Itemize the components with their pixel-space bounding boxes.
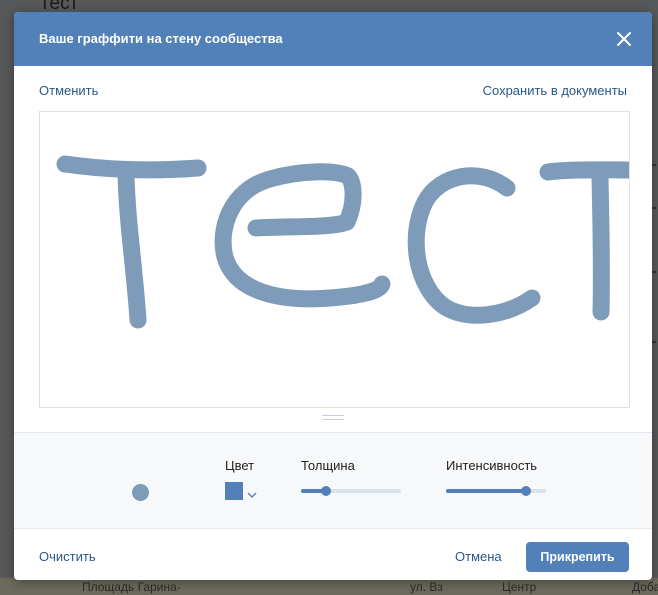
graffiti-canvas[interactable] <box>39 111 630 408</box>
save-to-documents-button[interactable]: Сохранить в документы <box>483 83 627 98</box>
intensity-label: Интенсивность <box>446 458 538 473</box>
background-map-label: Центр <box>502 580 537 594</box>
stroke-s <box>407 167 541 324</box>
canvas-resize-handle[interactable] <box>322 413 344 423</box>
thickness-slider-knob[interactable] <box>321 486 331 496</box>
close-icon[interactable] <box>614 29 634 49</box>
stroke-t2-top <box>539 161 629 181</box>
thickness-slider[interactable] <box>301 486 401 496</box>
brush-preview <box>132 484 149 501</box>
intensity-slider[interactable] <box>446 486 546 496</box>
chevron-down-icon[interactable] <box>247 486 257 498</box>
brush-controls: Цвет Толщина Интенсивность <box>14 432 652 529</box>
dialog-footer: Очистить Отмена Прикрепить <box>14 528 652 580</box>
dialog-header: Ваше граффити на стену сообщества <box>14 12 652 66</box>
clear-button[interactable]: Очистить <box>39 549 96 564</box>
stroke-t-stem <box>117 165 147 329</box>
color-swatch[interactable] <box>225 482 243 500</box>
cancel-button[interactable]: Отмена <box>455 549 502 564</box>
background-map-label: ул. Вз <box>410 580 443 594</box>
dialog-title: Ваше граффити на стену сообщества <box>39 31 283 46</box>
intensity-slider-knob[interactable] <box>521 486 531 496</box>
attach-button[interactable]: Прикрепить <box>526 542 629 572</box>
stroke-e <box>214 163 391 308</box>
background-map-label: Площадь Гарина- <box>82 580 181 594</box>
graffiti-drawing <box>56 155 629 329</box>
background-map-label: Доба <box>632 580 658 594</box>
graffiti-dialog: Ваше граффити на стену сообщества Отмени… <box>14 12 652 580</box>
undo-button[interactable]: Отменить <box>39 83 98 98</box>
intensity-slider-fill <box>446 489 526 493</box>
stroke-t2-stem <box>591 169 610 321</box>
thickness-label: Толщина <box>301 458 355 473</box>
color-label: Цвет <box>225 458 255 473</box>
dialog-toolbar: Отменить Сохранить в документы <box>14 66 652 110</box>
